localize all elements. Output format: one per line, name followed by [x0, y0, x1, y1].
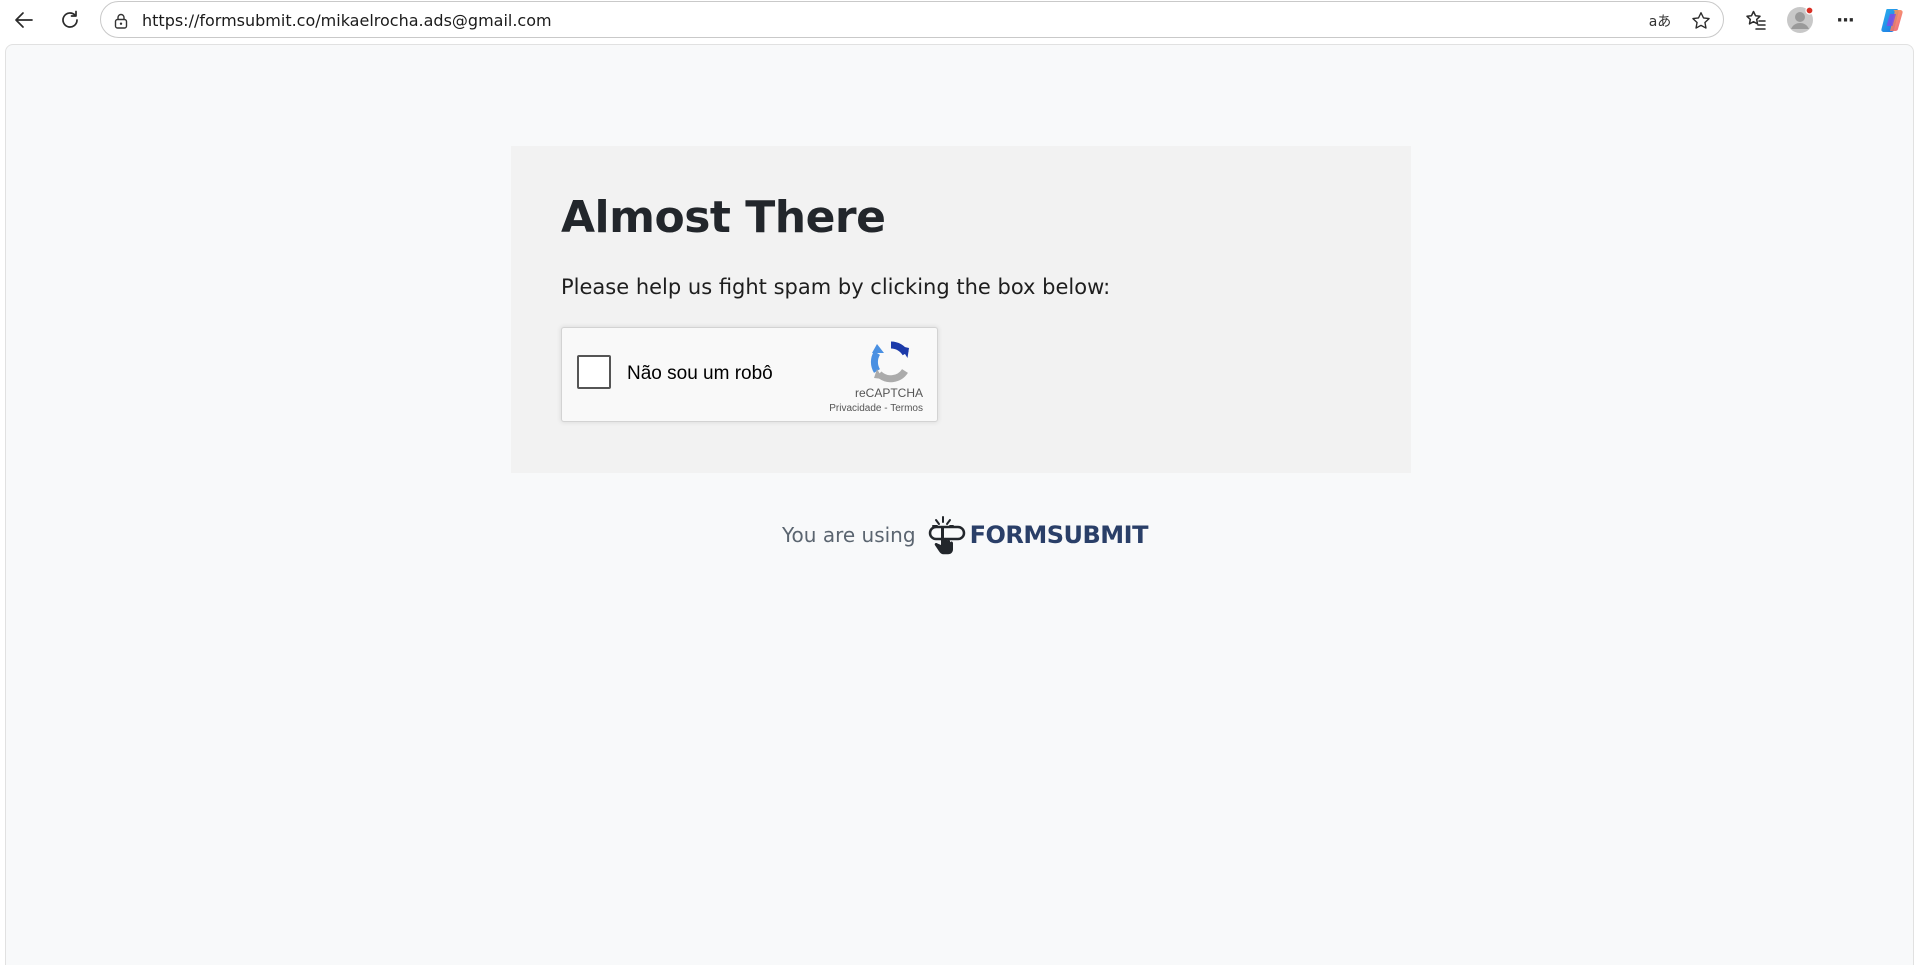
formsubmit-hand-icon[interactable]: [928, 514, 968, 556]
privacy-link[interactable]: Privacidade: [829, 403, 881, 414]
reload-button[interactable]: [54, 4, 86, 36]
footer: You are using FORMSUBMIT: [782, 513, 1148, 557]
page-viewport: Almost There Please help us fight spam b…: [5, 44, 1914, 965]
favorites-button[interactable]: [1740, 4, 1772, 36]
copilot-button[interactable]: [1876, 4, 1908, 36]
recaptcha-widget: Não sou um robô reCAPTCHA Privacidade - …: [561, 327, 938, 422]
url-text[interactable]: https://formsubmit.co/mikaelrocha.ads@gm…: [142, 2, 552, 39]
more-icon: ···: [1836, 9, 1854, 31]
lock-icon[interactable]: [111, 11, 131, 31]
star-icon[interactable]: [1688, 8, 1714, 34]
more-button[interactable]: ···: [1829, 4, 1861, 36]
recaptcha-logo-icon: [869, 340, 913, 384]
reload-icon: [58, 8, 82, 32]
footer-text: You are using: [782, 523, 916, 547]
back-arrow-icon: [12, 8, 36, 32]
recaptcha-links: Privacidade - Termos: [829, 403, 923, 414]
terms-link[interactable]: Termos: [890, 403, 923, 414]
address-bar[interactable]: https://formsubmit.co/mikaelrocha.ads@gm…: [100, 1, 1724, 38]
recaptcha-label[interactable]: Não sou um robô: [627, 328, 773, 423]
captcha-card: Almost There Please help us fight spam b…: [511, 146, 1411, 473]
page-title: Almost There: [561, 192, 886, 243]
formsubmit-brand[interactable]: FORMSUBMIT: [970, 521, 1149, 549]
recaptcha-brand: reCAPTCHA: [854, 386, 923, 400]
favorites-icon: [1744, 8, 1768, 32]
recaptcha-checkbox[interactable]: [577, 355, 611, 389]
page-subtitle: Please help us fight spam by clicking th…: [561, 275, 1111, 299]
back-button[interactable]: [8, 4, 40, 36]
translate-icon[interactable]: aあ: [1647, 8, 1673, 34]
profile-icon: [1786, 6, 1814, 34]
copilot-icon: [1878, 6, 1906, 34]
link-separator: -: [881, 403, 891, 414]
profile-button[interactable]: [1784, 4, 1816, 36]
browser-toolbar: https://formsubmit.co/mikaelrocha.ads@gm…: [0, 0, 1919, 40]
